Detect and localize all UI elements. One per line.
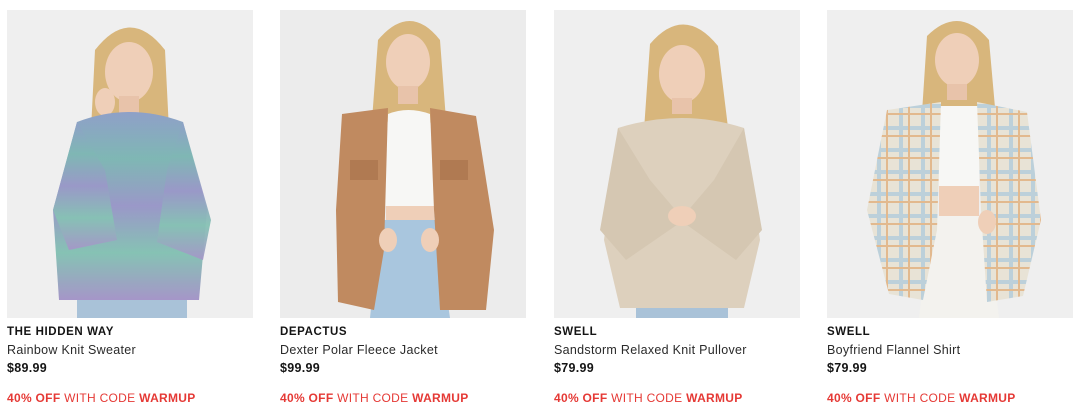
product-name[interactable]: Boyfriend Flannel Shirt bbox=[827, 343, 1073, 358]
model-photo-flannel-shirt bbox=[827, 10, 1073, 318]
model-photo-rainbow-sweater bbox=[7, 10, 253, 318]
promo-with-code: WITH CODE bbox=[64, 391, 136, 405]
promo-discount: 40% OFF bbox=[554, 391, 608, 405]
promo-discount: 40% OFF bbox=[280, 391, 334, 405]
product-price: $79.99 bbox=[554, 361, 595, 375]
product-image[interactable] bbox=[554, 10, 800, 318]
product-name[interactable]: Dexter Polar Fleece Jacket bbox=[280, 343, 526, 358]
product-grid: THE HIDDEN WAY Rainbow Knit Sweater $89.… bbox=[0, 0, 1080, 417]
promo-with-code: WITH CODE bbox=[884, 391, 956, 405]
promo-line: 40% OFF WITH CODE WARMUP bbox=[554, 391, 800, 406]
product-brand[interactable]: SWELL bbox=[827, 325, 1073, 339]
promo-line: 40% OFF WITH CODE WARMUP bbox=[827, 391, 1073, 406]
promo-with-code: WITH CODE bbox=[611, 391, 683, 405]
promo-discount: 40% OFF bbox=[7, 391, 61, 405]
model-photo-knit-pullover bbox=[554, 10, 800, 318]
promo-code: WARMUP bbox=[412, 391, 469, 405]
product-card[interactable]: THE HIDDEN WAY Rainbow Knit Sweater $89.… bbox=[7, 10, 253, 406]
product-image[interactable] bbox=[827, 10, 1073, 318]
product-brand[interactable]: DEPACTUS bbox=[280, 325, 526, 339]
promo-code: WARMUP bbox=[139, 391, 196, 405]
promo-line: 40% OFF WITH CODE WARMUP bbox=[280, 391, 526, 406]
product-brand[interactable]: THE HIDDEN WAY bbox=[7, 325, 253, 339]
product-image[interactable] bbox=[280, 10, 526, 318]
product-name[interactable]: Rainbow Knit Sweater bbox=[7, 343, 253, 358]
model-photo-fleece-jacket bbox=[280, 10, 526, 318]
product-name[interactable]: Sandstorm Relaxed Knit Pullover bbox=[554, 343, 800, 358]
product-price: $79.99 bbox=[827, 361, 868, 375]
promo-line: 40% OFF WITH CODE WARMUP bbox=[7, 391, 253, 406]
product-brand[interactable]: SWELL bbox=[554, 325, 800, 339]
promo-code: WARMUP bbox=[686, 391, 743, 405]
promo-discount: 40% OFF bbox=[827, 391, 881, 405]
product-price: $89.99 bbox=[7, 361, 48, 375]
product-card[interactable]: DEPACTUS Dexter Polar Fleece Jacket $99.… bbox=[280, 10, 526, 406]
promo-with-code: WITH CODE bbox=[337, 391, 409, 405]
product-card[interactable]: SWELL Sandstorm Relaxed Knit Pullover $7… bbox=[554, 10, 800, 406]
product-image[interactable] bbox=[7, 10, 253, 318]
product-price: $99.99 bbox=[280, 361, 321, 375]
product-card[interactable]: SWELL Boyfriend Flannel Shirt $79.99 40%… bbox=[827, 10, 1073, 406]
promo-code: WARMUP bbox=[959, 391, 1016, 405]
